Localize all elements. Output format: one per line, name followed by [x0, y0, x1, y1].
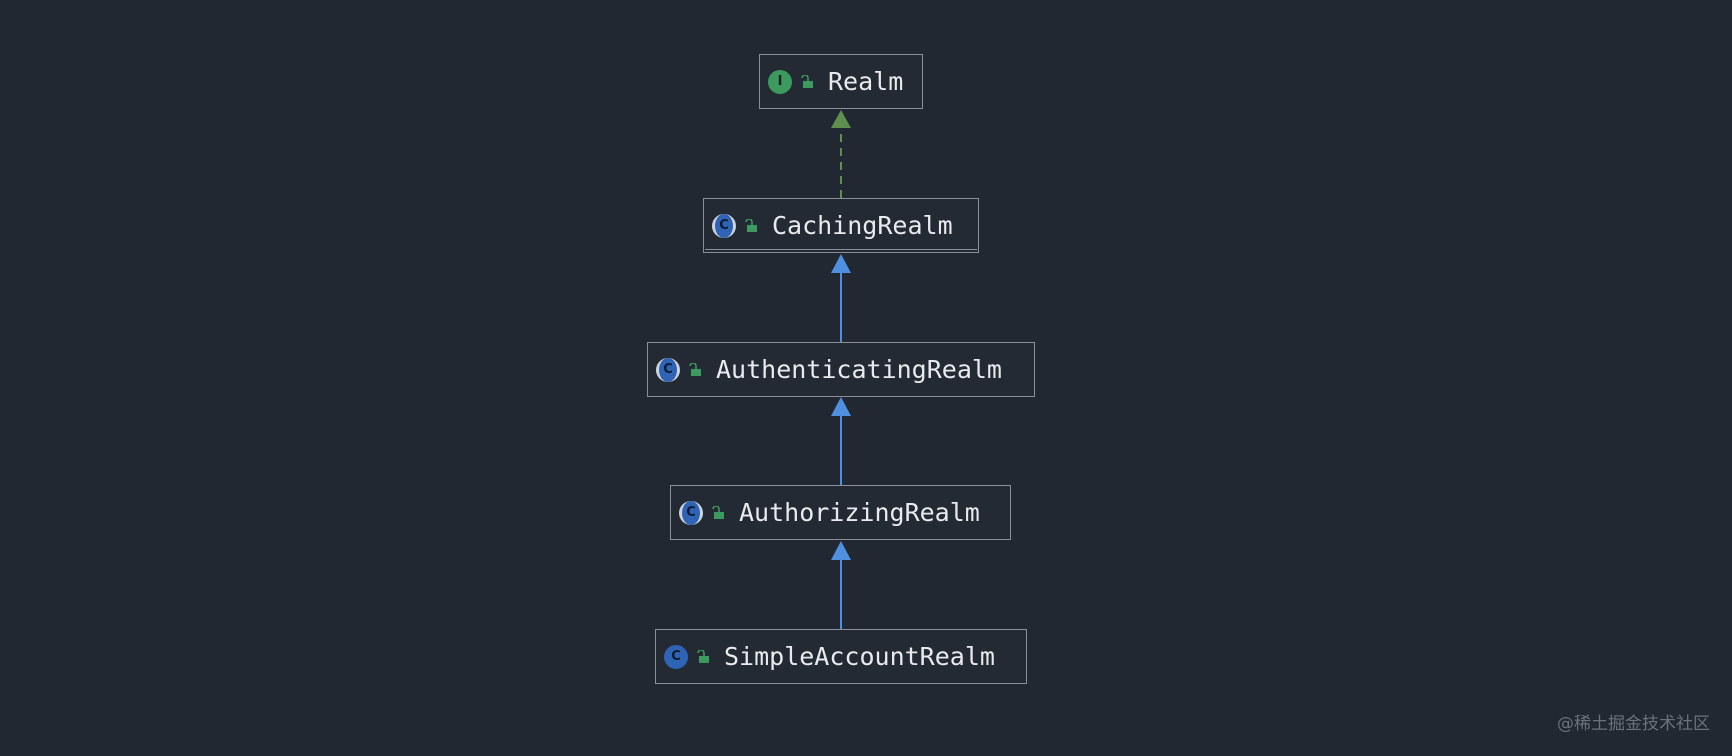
node-label: AuthorizingRealm — [739, 498, 980, 527]
watermark: @稀土掘金技术社区 — [1557, 714, 1710, 734]
abstract-class-icon: C — [679, 500, 703, 525]
class-hierarchy-diagram: I Realm C CachingRealm C AuthenticatingR… — [0, 0, 1732, 756]
node-label: CachingRealm — [772, 211, 953, 240]
abstract-class-icon: C — [712, 213, 736, 238]
node-realm[interactable]: I Realm — [759, 54, 923, 109]
node-label: SimpleAccountRealm — [724, 642, 995, 671]
node-label: Realm — [828, 67, 904, 96]
public-lock-icon — [801, 74, 813, 88]
node-caching-realm[interactable]: C CachingRealm — [703, 198, 979, 253]
edge-extends-authenticating-caching — [831, 254, 851, 342]
public-lock-icon — [697, 649, 709, 663]
node-simple-account-realm[interactable]: C SimpleAccountRealm — [655, 629, 1027, 684]
abstract-class-icon: C — [656, 357, 680, 382]
node-authorizing-realm[interactable]: C AuthorizingRealm — [670, 485, 1011, 540]
public-lock-icon — [745, 218, 757, 232]
edge-extends-authorizing-authenticating — [831, 397, 851, 485]
interface-icon: I — [768, 69, 792, 94]
public-lock-icon — [689, 362, 701, 376]
edge-implements-caching-realm — [831, 110, 851, 198]
public-lock-icon — [712, 505, 724, 519]
class-icon: C — [664, 644, 688, 669]
node-authenticating-realm[interactable]: C AuthenticatingRealm — [647, 342, 1035, 397]
node-label: AuthenticatingRealm — [716, 355, 1002, 384]
edge-extends-simple-authorizing — [831, 541, 851, 629]
